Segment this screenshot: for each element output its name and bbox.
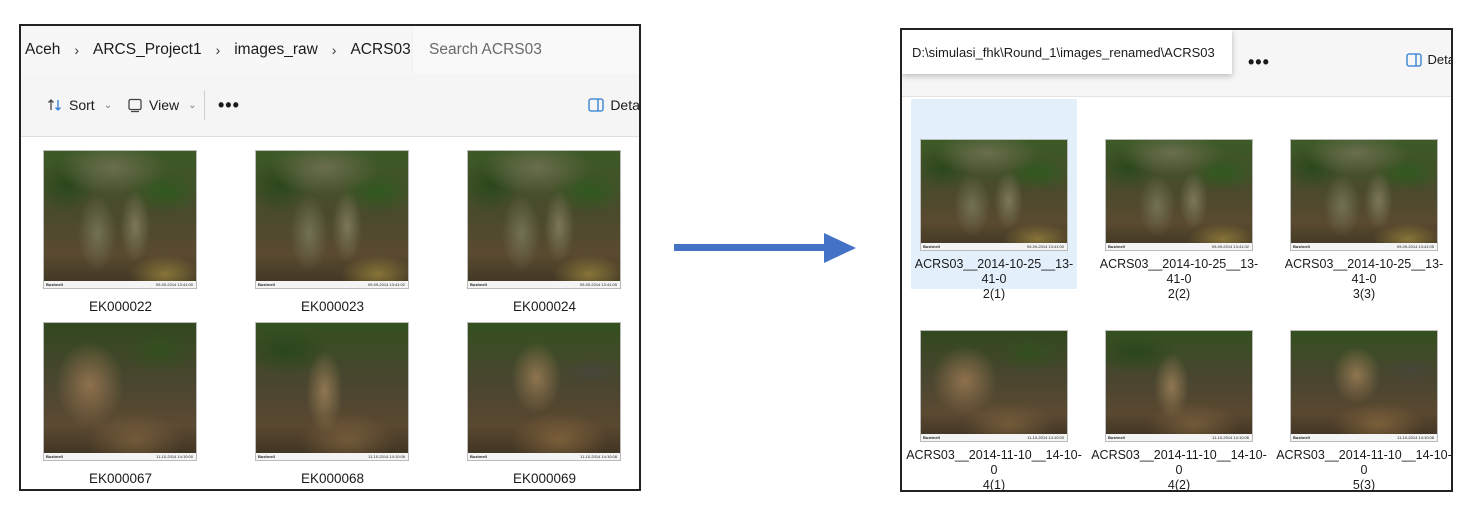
view-icon	[128, 98, 142, 113]
thumbnail-image: Bushnell 09-09-2014 13:41:00	[920, 139, 1068, 251]
file-item[interactable]: Bushnell 09-09-2014 13:41:00 ACRS03__2014…	[906, 139, 1082, 302]
details-label: Detai	[610, 97, 641, 113]
file-item[interactable]: Bushnell 11-10-2014 14:10:06 EK000068	[255, 322, 410, 486]
file-item[interactable]: Bushnell 11-10-2014 14:10:08 EK000069	[467, 322, 622, 486]
file-name: ACRS03__2014-11-10__14-10-0 4(2)	[1091, 448, 1267, 492]
photo-timestamp: 11-10-2014 14:10:08	[580, 454, 617, 459]
file-name: EK000024	[512, 299, 577, 314]
thumbnail-image: Bushnell 11-10-2014 14:10:06	[255, 322, 409, 461]
address-path-input[interactable]: D:\simulasi_fhk\Round_1\images_renamed\A…	[902, 30, 1232, 74]
file-name: EK000068	[300, 471, 365, 486]
file-name: EK000067	[88, 471, 153, 486]
sort-label: Sort	[69, 97, 95, 113]
camera-brand: Bushnell	[470, 282, 487, 287]
file-name: ACRS03__2014-10-25__13-41-0 2(1)	[914, 257, 1074, 301]
more-options-button[interactable]: •••	[1248, 52, 1270, 73]
camera-brand: Bushnell	[46, 282, 63, 287]
thumbnail-image: Bushnell 11-10-2014 14:10:06	[1105, 330, 1253, 442]
file-item[interactable]: Bushnell 11-10-2014 14:10:08 ACRS03__2014…	[1276, 330, 1452, 492]
file-name: EK000069	[512, 471, 577, 486]
breadcrumb-separator: ›	[74, 42, 80, 58]
command-bar: Sort ⌄ View ⌄ ••• Detai	[21, 74, 639, 137]
thumbnail-image: Bushnell 11-10-2014 14:10:08	[1290, 330, 1438, 442]
details-pane-icon	[1405, 52, 1422, 67]
file-name: ACRS03__2014-10-25__13-41-0 2(2)	[1099, 257, 1259, 301]
photo-timestamp: 09-09-2014 13:41:05	[1396, 244, 1434, 249]
sort-icon	[48, 99, 61, 111]
search-placeholder: Search ACRS03	[429, 41, 542, 58]
file-item[interactable]: Bushnell 11-10-2014 14:10:00 ACRS03__2014…	[906, 330, 1082, 492]
file-item[interactable]: Bushnell 11-10-2014 14:10:06 ACRS03__2014…	[1091, 330, 1267, 492]
sort-button[interactable]: Sort ⌄	[47, 74, 112, 136]
chevron-down-icon: ⌄	[103, 99, 113, 111]
photo-timestamp: 09-09-2014 13:41:00	[155, 282, 193, 287]
file-item[interactable]: Bushnell 09-09-2014 13:41:02 EK000023	[255, 150, 410, 314]
source-explorer-window: Aceh › ARCS_Project1 › images_raw › ACRS…	[19, 24, 641, 491]
breadcrumb-item-acrs03[interactable]: ACRS03	[346, 41, 414, 59]
photo-timestamp: 09-09-2014 13:41:02	[1211, 244, 1249, 249]
thumbnail-image: Bushnell 09-09-2014 13:41:00	[43, 150, 197, 289]
breadcrumb[interactable]: Aceh › ARCS_Project1 › images_raw › ACRS…	[21, 26, 411, 74]
file-item[interactable]: Bushnell 09-09-2014 13:41:02 ACRS03__2014…	[1091, 139, 1267, 302]
camera-brand: Bushnell	[1293, 435, 1310, 440]
thumbnail-image: Bushnell 11-10-2014 14:10:00	[43, 322, 197, 461]
photo-timestamp: 09-09-2014 13:41:05	[579, 282, 617, 287]
breadcrumb-item-aceh[interactable]: Aceh	[21, 41, 64, 59]
breadcrumb-item-images-raw[interactable]: images_raw	[230, 41, 322, 59]
camera-brand: Bushnell	[1108, 244, 1125, 249]
breadcrumb-separator: ›	[215, 42, 221, 58]
toolbar-divider	[204, 90, 205, 120]
thumbnail-image: Bushnell 11-10-2014 14:10:08	[467, 322, 621, 461]
renamed-explorer-window: ••• Deta D:\simulasi_fhk\Round_1\images_…	[900, 28, 1453, 492]
photo-timestamp: 11-10-2014 14:10:06	[1212, 435, 1249, 440]
file-item[interactable]: Bushnell 09-09-2014 13:41:05 ACRS03__2014…	[1276, 139, 1451, 302]
file-name: EK000023	[300, 299, 365, 314]
file-name: ACRS03__2014-11-10__14-10-0 4(1)	[906, 448, 1082, 492]
breadcrumb-item-project[interactable]: ARCS_Project1	[89, 41, 206, 59]
file-item[interactable]: Bushnell 09-09-2014 13:41:00 EK000022	[43, 150, 198, 314]
file-name: ACRS03__2014-10-25__13-41-0 3(3)	[1284, 257, 1444, 301]
more-options-button[interactable]: •••	[218, 74, 240, 136]
file-item[interactable]: Bushnell 11-10-2014 14:10:00 EK000067	[43, 322, 198, 486]
breadcrumb-separator: ›	[331, 42, 337, 58]
details-pane-icon	[588, 98, 604, 112]
folder-path: D:\simulasi_fhk\Round_1\images_renamed\A…	[912, 44, 1215, 60]
photo-timestamp: 11-10-2014 14:10:00	[156, 454, 193, 459]
camera-brand: Bushnell	[258, 282, 275, 287]
camera-brand: Bushnell	[46, 454, 63, 459]
camera-brand: Bushnell	[470, 454, 487, 459]
thumbnail-image: Bushnell 11-10-2014 14:10:00	[920, 330, 1068, 442]
thumbnail-image: Bushnell 09-09-2014 13:41:02	[1105, 139, 1253, 251]
details-label: Deta	[1427, 52, 1453, 67]
view-button[interactable]: View ⌄	[127, 74, 196, 136]
right-arrow-icon	[674, 233, 856, 263]
address-row: Aceh › ARCS_Project1 › images_raw › ACRS…	[21, 26, 639, 75]
file-item[interactable]: Bushnell 09-09-2014 13:41:05 EK000024	[467, 150, 622, 314]
search-input[interactable]: Search ACRS03	[413, 26, 639, 74]
photo-timestamp: 11-10-2014 14:10:00	[1027, 435, 1064, 440]
details-button[interactable]: Deta	[1405, 52, 1453, 67]
camera-brand: Bushnell	[923, 244, 940, 249]
details-button[interactable]: Detai	[588, 74, 641, 136]
photo-timestamp: 09-09-2014 13:41:02	[367, 282, 405, 287]
thumbnail-image: Bushnell 09-09-2014 13:41:02	[255, 150, 409, 289]
file-name: ACRS03__2014-11-10__14-10-0 5(3)	[1276, 448, 1452, 492]
photo-timestamp: 11-10-2014 14:10:06	[368, 454, 405, 459]
thumbnail-image: Bushnell 09-09-2014 13:41:05	[467, 150, 621, 289]
camera-brand: Bushnell	[1293, 244, 1310, 249]
file-name: EK000022	[88, 299, 153, 314]
camera-brand: Bushnell	[258, 454, 275, 459]
camera-brand: Bushnell	[1108, 435, 1125, 440]
chevron-down-icon: ⌄	[188, 99, 197, 111]
thumbnail-image: Bushnell 09-09-2014 13:41:05	[1290, 139, 1438, 251]
photo-timestamp: 11-10-2014 14:10:08	[1397, 435, 1434, 440]
view-label: View	[149, 97, 180, 113]
camera-brand: Bushnell	[923, 435, 940, 440]
photo-timestamp: 09-09-2014 13:41:00	[1026, 244, 1064, 249]
